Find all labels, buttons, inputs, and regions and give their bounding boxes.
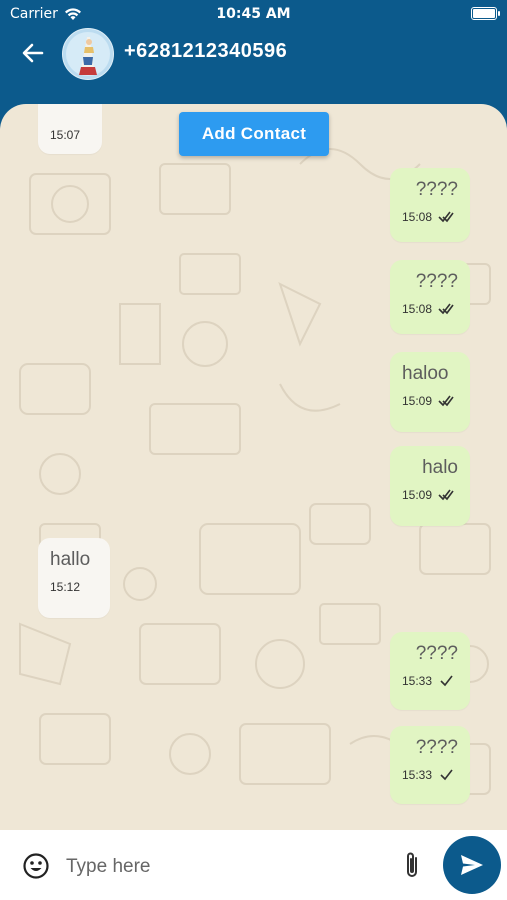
message-text: haloo [402, 363, 449, 384]
sent-tick-icon [440, 675, 453, 687]
attach-icon[interactable] [400, 850, 424, 882]
message-bubble-outgoing[interactable]: haloo 15:09 [390, 352, 470, 432]
message-time: 15:09 [402, 488, 433, 502]
contact-name[interactable]: +6281212340596 [124, 40, 287, 63]
message-bubble-outgoing[interactable]: ???? 15:08 [390, 168, 470, 242]
back-arrow-icon[interactable] [20, 40, 46, 66]
sent-tick-icon [440, 769, 453, 781]
emoji-icon[interactable] [22, 852, 50, 880]
message-bubble-outgoing[interactable]: halo 15:09 [390, 446, 470, 526]
battery-icon [471, 7, 500, 20]
read-tick-icon [438, 395, 454, 407]
chat-header: +6281212340596 [0, 28, 507, 106]
status-time: 10:45 AM [216, 6, 291, 22]
message-bubble-incoming[interactable]: hallo 15:12 [38, 538, 110, 618]
message-bubble-incoming[interactable]: 15:07 [38, 104, 102, 154]
message-text: halo [422, 457, 458, 478]
message-text: ???? [415, 737, 458, 758]
message-time: 15:09 [402, 394, 433, 408]
avatar[interactable] [62, 28, 114, 80]
read-tick-icon [438, 211, 454, 223]
message-time: 15:33 [402, 674, 433, 688]
chat-area[interactable]: Add Contact 15:07 ???? 15:08 ???? 15:08 … [0, 104, 507, 830]
message-text: ???? [415, 271, 458, 292]
message-text: ???? [415, 643, 458, 664]
read-tick-icon [438, 489, 454, 501]
message-input[interactable] [64, 848, 388, 886]
message-text [50, 104, 90, 124]
message-bubble-outgoing[interactable]: ???? 15:33 [390, 726, 470, 804]
read-tick-icon [438, 303, 454, 315]
message-bubble-outgoing[interactable]: ???? 15:33 [390, 632, 470, 710]
send-button[interactable] [443, 836, 501, 894]
add-contact-button[interactable]: Add Contact [179, 112, 329, 156]
message-composer [0, 830, 507, 900]
avatar-image [63, 29, 113, 79]
message-time: 15:07 [50, 128, 81, 142]
message-time: 15:12 [50, 580, 81, 594]
message-text: ???? [415, 179, 458, 200]
message-text: hallo [50, 549, 91, 570]
message-time: 15:33 [402, 768, 433, 782]
send-icon [461, 855, 483, 875]
message-bubble-outgoing[interactable]: ???? 15:08 [390, 260, 470, 334]
status-bar: Carrier 10:45 AM [0, 0, 507, 28]
message-time: 15:08 [402, 210, 433, 224]
message-time: 15:08 [402, 302, 433, 316]
